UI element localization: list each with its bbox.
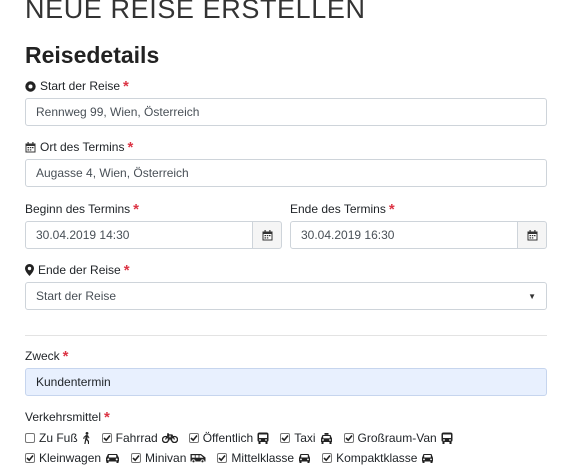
checkbox[interactable]: [101, 433, 112, 443]
checkbox[interactable]: [343, 433, 354, 443]
location-input[interactable]: Augasse 4, Wien, Österreich: [25, 159, 547, 187]
required-mark: *: [133, 201, 140, 218]
divider: [25, 335, 547, 336]
section-title: Reisedetails: [25, 42, 160, 68]
end-calendar-button[interactable]: [517, 221, 547, 249]
transport-option-bike[interactable]: Fahrrad: [101, 431, 178, 445]
checkbox[interactable]: [322, 453, 333, 463]
transport-option-walk[interactable]: Zu Fuß: [25, 431, 91, 445]
calendar-icon: [527, 229, 538, 241]
start-label: Start der Reise *: [25, 78, 129, 94]
calendar-icon: [262, 229, 273, 241]
required-mark: *: [123, 262, 130, 279]
required-mark: *: [127, 139, 134, 156]
required-mark: *: [123, 78, 129, 95]
calendar-icon: [25, 141, 36, 153]
walking-icon: [82, 432, 91, 444]
transport-option-public[interactable]: Öffentlich: [188, 431, 269, 445]
purpose-input[interactable]: Kundentermin: [25, 368, 547, 396]
bicycle-icon: [161, 433, 178, 443]
start-input[interactable]: Rennweg 99, Wien, Österreich: [25, 98, 547, 126]
location-label: Ort des Termins *: [25, 139, 133, 155]
trip-end-select[interactable]: Start der Reise ▼: [25, 282, 547, 310]
checkbox[interactable]: [217, 453, 228, 463]
caret-down-icon: ▼: [528, 291, 536, 301]
trip-end-selected: Start der Reise: [36, 289, 117, 303]
bus-icon: [441, 432, 453, 444]
transport-label: Verkehrsmittel *: [25, 409, 110, 426]
begin-datetime-input[interactable]: 30.04.2019 14:30: [25, 221, 253, 249]
transport-option-large-van[interactable]: Großraum-Van: [343, 431, 453, 445]
page-title: NEUE REISE ERSTELLEN: [25, 0, 366, 24]
car-icon: [298, 453, 311, 463]
bus-icon: [257, 432, 269, 444]
checkbox[interactable]: [280, 433, 291, 443]
transport-option-minivan[interactable]: Minivan: [131, 451, 206, 465]
purpose-label: Zweck *: [25, 348, 69, 365]
begin-calendar-button[interactable]: [252, 221, 282, 249]
required-mark: *: [388, 201, 395, 218]
transport-row-2: Kleinwagen Minivan Mittelklasse Kompaktk…: [25, 451, 445, 465]
van-icon: [190, 453, 206, 463]
end-datetime-input[interactable]: 30.04.2019 16:30: [290, 221, 518, 249]
dot-circle-icon: [25, 80, 36, 92]
transport-option-compact[interactable]: Kompaktklasse: [322, 451, 434, 465]
car-icon: [421, 453, 434, 463]
taxi-icon: [320, 432, 333, 444]
required-mark: *: [62, 348, 69, 365]
transport-option-midsize[interactable]: Mittelklasse: [217, 451, 311, 465]
transport-row-1: Zu Fuß Fahrrad Öffentlich Taxi Großraum-…: [25, 431, 464, 445]
car-icon: [105, 453, 120, 463]
map-marker-icon: [25, 264, 34, 276]
required-mark: *: [104, 409, 110, 426]
transport-option-small-car[interactable]: Kleinwagen: [25, 451, 120, 465]
checkbox[interactable]: [131, 453, 142, 463]
checkbox[interactable]: [188, 433, 199, 443]
trip-end-label: Ende der Reise *: [25, 262, 130, 278]
checkbox[interactable]: [25, 453, 35, 463]
transport-option-taxi[interactable]: Taxi: [280, 431, 332, 445]
end-time-label: Ende des Termins *: [290, 201, 395, 218]
checkbox[interactable]: [25, 433, 35, 443]
begin-label: Beginn des Termins *: [25, 201, 140, 218]
